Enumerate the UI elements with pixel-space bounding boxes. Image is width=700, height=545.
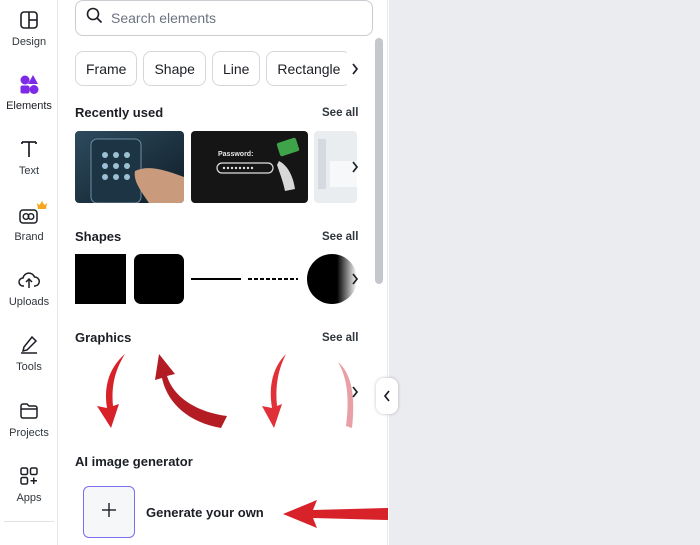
graphics-title: Graphics <box>75 330 132 345</box>
chevron-right-icon <box>352 386 359 398</box>
chip-frame[interactable]: Frame <box>75 51 138 86</box>
chip-line[interactable]: Line <box>211 51 261 86</box>
shape-dashed-line[interactable] <box>248 254 298 304</box>
rail-label-text: Text <box>18 165 40 177</box>
rail-item-apps[interactable]: Apps <box>0 460 58 522</box>
recent-thumb-phone[interactable] <box>75 131 184 203</box>
ai-generator-title: AI image generator <box>75 454 193 469</box>
left-rail: Design Elements Text Brand Uploads Tools <box>0 0 58 545</box>
graphics-next-button[interactable] <box>346 377 364 407</box>
elements-icon <box>15 70 43 98</box>
chips-next-button[interactable] <box>347 51 363 86</box>
graphics-see-all[interactable]: See all <box>322 332 358 344</box>
graphic-red-arrow-down-2[interactable] <box>252 352 292 430</box>
recent-thumb-password[interactable]: Password: <box>191 131 308 203</box>
folder-icon <box>15 397 43 425</box>
layout-icon <box>15 6 43 34</box>
plus-icon <box>101 502 117 523</box>
rail-item-design[interactable]: Design <box>0 4 58 66</box>
pen-icon <box>15 331 43 359</box>
shapes-title: Shapes <box>75 229 122 244</box>
shape-square[interactable] <box>75 254 126 304</box>
search-input[interactable] <box>111 10 351 26</box>
shapes-next-button[interactable] <box>346 264 364 294</box>
canvas-area <box>389 0 700 545</box>
generate-your-own-label[interactable]: Generate your own <box>146 505 264 520</box>
rail-divider <box>4 521 54 522</box>
chip-rectangle[interactable]: Rectangle <box>266 51 352 86</box>
text-icon <box>15 135 43 163</box>
collapse-panel-button[interactable] <box>376 378 398 414</box>
chip-shape[interactable]: Shape <box>143 51 206 86</box>
rail-item-tools[interactable]: Tools <box>0 329 58 391</box>
shape-rounded-square[interactable] <box>134 254 184 304</box>
filter-chips: Frame Shape Line Rectangle <box>75 51 370 86</box>
red-annotation-arrow-icon <box>283 498 388 535</box>
generate-button[interactable] <box>83 486 135 538</box>
rail-label-apps: Apps <box>16 492 42 504</box>
chevron-right-icon <box>352 62 359 75</box>
rail-label-tools: Tools <box>16 361 42 373</box>
apps-icon <box>15 462 43 490</box>
graphic-red-arrow-curve[interactable] <box>151 352 227 430</box>
rail-item-uploads[interactable]: Uploads <box>0 264 58 326</box>
chevron-left-icon <box>383 390 390 402</box>
chevron-right-icon <box>352 161 359 173</box>
recently-used-see-all[interactable]: See all <box>322 107 358 119</box>
chevron-right-icon <box>352 273 359 285</box>
rail-label-projects: Projects <box>9 427 49 439</box>
password-label: Password: <box>218 151 254 158</box>
rail-item-elements[interactable]: Elements <box>0 68 58 130</box>
shape-solid-line[interactable] <box>191 254 241 304</box>
crown-icon <box>37 196 47 209</box>
rail-item-projects[interactable]: Projects <box>0 395 58 457</box>
recently-used-title: Recently used <box>75 105 164 120</box>
rail-label-elements: Elements <box>6 100 52 112</box>
search-box[interactable] <box>75 0 373 36</box>
recent-next-button[interactable] <box>346 152 364 182</box>
graphic-red-arrow-down[interactable] <box>89 352 129 430</box>
search-icon <box>86 7 103 29</box>
rail-label-uploads: Uploads <box>8 296 50 308</box>
cloud-upload-icon <box>15 266 43 294</box>
elements-panel: Frame Shape Line Rectangle Recently used… <box>59 0 388 545</box>
shapes-see-all[interactable]: See all <box>322 231 358 243</box>
rail-item-text[interactable]: Text <box>0 133 58 195</box>
rail-label-design: Design <box>11 36 47 48</box>
rail-label-brand: Brand <box>14 231 44 243</box>
panel-scrollbar[interactable] <box>375 38 383 284</box>
rail-item-brand[interactable]: Brand <box>0 199 58 261</box>
